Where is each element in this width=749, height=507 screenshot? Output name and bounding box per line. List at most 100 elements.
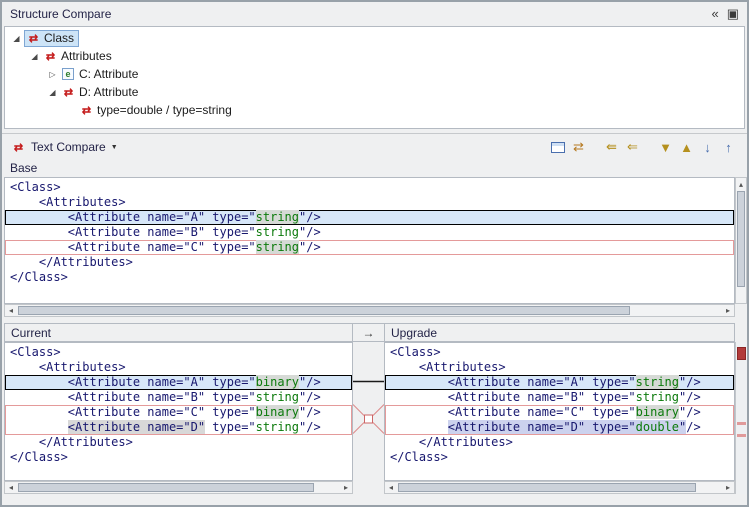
code-segment: binary (256, 405, 299, 419)
ruler-marker-change[interactable] (737, 422, 746, 425)
scrollbar-thumb[interactable] (737, 191, 745, 287)
code-segment: <Attribute name="C" type=" (390, 405, 636, 419)
twisty-expanded-icon[interactable]: ◢ (45, 88, 60, 97)
code-segment: <Class> (10, 180, 61, 194)
current-horizontal-scrollbar[interactable]: ◂ ▸ (4, 481, 353, 494)
diff-connector-gutter (353, 342, 384, 481)
tree-item-c-attribute[interactable]: ▷eC: Attribute (5, 65, 744, 83)
scrollbar-thumb[interactable] (18, 483, 314, 492)
code-segment: "/> (299, 420, 321, 434)
collapse-icon[interactable]: « (711, 7, 718, 21)
code-segment: <Attributes> (390, 360, 506, 374)
scrollbar-thumb[interactable] (18, 306, 630, 315)
current-pane-header: Current (4, 323, 353, 342)
upgrade-horizontal-scrollbar[interactable]: ◂ ▸ (384, 481, 735, 494)
swap-left-and-right-button[interactable]: ⇄ (568, 137, 589, 157)
code-segment: <Attribute name="A" type=" (390, 375, 636, 389)
code-segment: "/> (299, 375, 321, 389)
ruler-marker-conflict[interactable] (737, 347, 746, 360)
swap-left-and-right-icon: ⇄ (573, 139, 584, 155)
code-segment: binary (636, 405, 679, 419)
previous-difference-button[interactable]: ▲ (676, 137, 697, 157)
upgrade-pane-header: Upgrade (384, 323, 735, 342)
next-difference-button[interactable]: ▼ (655, 137, 676, 157)
tree-item-class[interactable]: ◢⇄Class (5, 29, 744, 47)
tree-item-label: Attributes (61, 49, 112, 63)
merge-direction-icon[interactable]: → (363, 326, 375, 340)
code-line: <Attribute name="C" type="string"/> (5, 240, 734, 255)
code-segment: string (256, 210, 299, 224)
code-segment: string (256, 390, 299, 404)
text-compare-selector[interactable]: ⇄ Text Compare ▼ (10, 140, 118, 154)
previous-change-icon: ↑ (725, 140, 732, 155)
code-segment (10, 420, 68, 434)
code-line: </Attributes> (5, 255, 734, 270)
code-line: <Class> (5, 180, 734, 195)
upgrade-code-pane[interactable]: <Class> <Attributes> <Attribute name="A"… (384, 342, 735, 481)
code-line: <Attribute name="A" type="binary"/> (5, 375, 352, 390)
ruler-marker-change[interactable] (737, 434, 746, 437)
next-change-icon: ↓ (704, 140, 711, 155)
code-line: <Attribute name="B" type="string"/> (385, 390, 734, 405)
scroll-left-button[interactable]: ◂ (5, 483, 17, 492)
base-horizontal-scrollbar[interactable]: ◂ ▸ (4, 304, 735, 317)
base-code-pane[interactable]: <Class> <Attributes> <Attribute name="A"… (4, 177, 735, 304)
compare-toolbar-buttons: ⇄ ⇚ ⇐ ▼ ▲ ↓ ↑ (547, 137, 739, 157)
code-segment: <Attribute name="C" type=" (10, 405, 256, 419)
code-segment: binary (256, 375, 299, 389)
scroll-up-button[interactable]: ▴ (736, 178, 746, 190)
copy-current-change-from-right-to-left-button[interactable]: ⇐ (622, 137, 643, 157)
scroll-left-button[interactable]: ◂ (5, 306, 17, 315)
code-segment: <Attribute name="D" (68, 420, 205, 434)
tree-item-content: ⇄Attributes (42, 48, 116, 65)
attribute-icon: e (62, 68, 74, 80)
current-code-pane[interactable]: <Class> <Attributes> <Attribute name="A"… (4, 342, 353, 481)
code-segment: type=" (205, 420, 256, 434)
restore-pane-icon[interactable]: ▣ (727, 7, 739, 21)
twisty-collapsed-icon[interactable]: ▷ (45, 70, 60, 79)
base-pane-label: Base (10, 161, 37, 175)
scroll-right-button[interactable]: ▸ (340, 483, 352, 492)
code-line: <Attribute name="C" type="binary"/> (385, 405, 734, 420)
dropdown-arrow-icon: ▼ (111, 144, 118, 151)
base-vertical-scrollbar[interactable]: ▴ (735, 177, 747, 304)
copy-all-from-right-to-left-button[interactable]: ⇚ (601, 137, 622, 157)
tree-item-attributes[interactable]: ◢⇄Attributes (5, 47, 744, 65)
code-segment: "/> (679, 390, 701, 404)
structure-tree[interactable]: ◢⇄Class◢⇄Attributes▷eC: Attribute◢⇄D: At… (4, 26, 745, 129)
code-segment (390, 420, 448, 434)
code-line: <Attribute name="B" type="string"/> (5, 225, 734, 240)
scroll-right-button[interactable]: ▸ (722, 306, 734, 315)
code-segment: </Attributes> (390, 435, 513, 449)
code-segment: </Attributes> (10, 255, 133, 269)
structure-header-actions: « ▣ (711, 7, 739, 21)
tree-item-d-attribute[interactable]: ◢⇄D: Attribute (5, 83, 744, 101)
previous-difference-icon: ▲ (680, 140, 693, 155)
code-line: </Class> (5, 270, 734, 285)
code-line: </Attributes> (385, 435, 734, 450)
code-line: <Attributes> (5, 360, 352, 375)
selected-tree-item: ⇄Class (24, 30, 79, 47)
next-change-button[interactable]: ↓ (697, 137, 718, 157)
show-ancestor-pane-button[interactable] (547, 137, 568, 157)
copy-all-from-right-to-left-icon: ⇚ (606, 139, 617, 155)
code-segment: double (636, 420, 679, 434)
scroll-right-button[interactable]: ▸ (722, 483, 734, 492)
code-segment: string (636, 375, 679, 389)
overview-ruler[interactable] (735, 342, 747, 494)
previous-change-button[interactable]: ↑ (718, 137, 739, 157)
merge-handle[interactable] (365, 415, 373, 423)
scroll-left-button[interactable]: ◂ (385, 483, 397, 492)
twisty-expanded-icon[interactable]: ◢ (9, 34, 24, 43)
twisty-expanded-icon[interactable]: ◢ (27, 52, 42, 61)
scrollbar-thumb[interactable] (398, 483, 696, 492)
diff-icon: ⇄ (60, 86, 76, 99)
code-segment: </Attributes> (10, 435, 133, 449)
compare-editor-window: Structure Compare « ▣ ◢⇄Class◢⇄Attribute… (0, 0, 749, 507)
code-segment: <Class> (10, 345, 61, 359)
code-segment: <Attribute name="B" type=" (10, 390, 256, 404)
code-line: </Class> (385, 450, 734, 465)
tree-item-type-double-type-string[interactable]: ⇄type=double / type=string (5, 101, 744, 119)
code-line: <Attributes> (385, 360, 734, 375)
code-segment: <Attribute name="B" type=" (10, 225, 256, 239)
